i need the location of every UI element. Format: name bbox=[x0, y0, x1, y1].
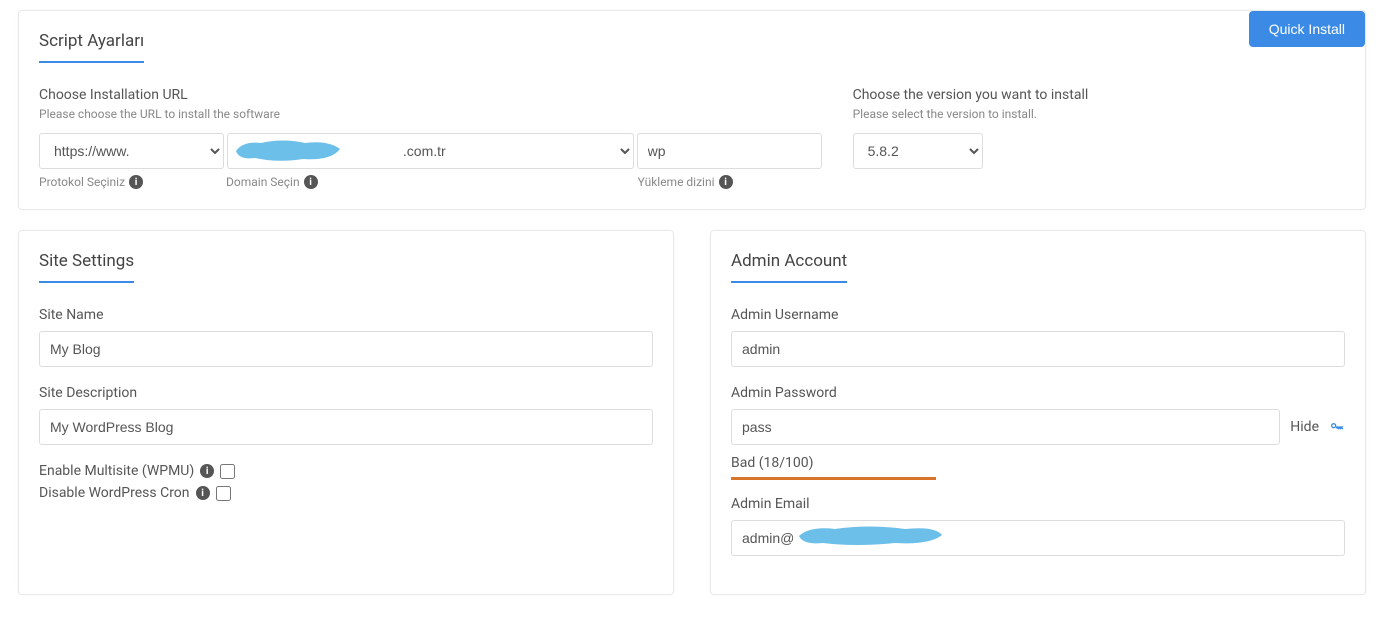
version-section: Choose the version you want to install P… bbox=[853, 87, 1345, 189]
version-label: Choose the version you want to install bbox=[853, 87, 1345, 103]
admin-password-input[interactable] bbox=[731, 409, 1280, 445]
info-icon[interactable]: i bbox=[200, 464, 214, 478]
domain-select[interactable]: .com.tr bbox=[227, 133, 634, 169]
admin-username-label: Admin Username bbox=[731, 307, 1345, 323]
info-icon[interactable]: i bbox=[304, 175, 318, 189]
password-strength-bar bbox=[731, 477, 936, 480]
protocol-sub-label: Protokol Seçiniz i bbox=[39, 175, 226, 189]
disable-cron-checkbox[interactable] bbox=[216, 486, 231, 501]
multisite-row: Enable Multisite (WPMU) i bbox=[39, 463, 653, 479]
dir-sub-label: Yükleme dizini i bbox=[638, 175, 823, 189]
admin-account-panel: Admin Account Admin Username Admin Passw… bbox=[710, 230, 1366, 595]
site-name-input[interactable] bbox=[39, 331, 653, 367]
multisite-checkbox[interactable] bbox=[220, 464, 235, 479]
admin-password-label: Admin Password bbox=[731, 385, 1345, 401]
install-url-help: Please choose the URL to install the sof… bbox=[39, 107, 823, 121]
multisite-label: Enable Multisite (WPMU) bbox=[39, 463, 194, 479]
info-icon[interactable]: i bbox=[129, 175, 143, 189]
generate-key-icon[interactable] bbox=[1329, 419, 1345, 435]
version-select[interactable]: 5.8.2 bbox=[853, 133, 983, 169]
admin-account-title: Admin Account bbox=[731, 251, 847, 283]
disable-cron-label: Disable WordPress Cron bbox=[39, 485, 190, 501]
install-url-section: Choose Installation URL Please choose th… bbox=[39, 87, 823, 189]
script-settings-panel: Script Ayarları Quick Install Choose Ins… bbox=[18, 10, 1366, 210]
script-settings-title: Script Ayarları bbox=[39, 31, 144, 63]
admin-username-input[interactable] bbox=[731, 331, 1345, 367]
password-strength-text: Bad (18/100) bbox=[731, 455, 1345, 471]
version-help: Please select the version to install. bbox=[853, 107, 1345, 121]
quick-install-button[interactable]: Quick Install bbox=[1249, 11, 1365, 47]
hide-password-link[interactable]: Hide bbox=[1290, 419, 1319, 435]
site-desc-input[interactable] bbox=[39, 409, 653, 445]
site-settings-title: Site Settings bbox=[39, 251, 134, 283]
admin-email-label: Admin Email bbox=[731, 496, 1345, 512]
install-url-label: Choose Installation URL bbox=[39, 87, 823, 103]
info-icon[interactable]: i bbox=[719, 175, 733, 189]
install-dir-input[interactable] bbox=[637, 133, 822, 169]
admin-email-input[interactable] bbox=[731, 520, 1345, 556]
domain-sub-label: Domain Seçin i bbox=[226, 175, 638, 189]
site-settings-panel: Site Settings Site Name Site Description… bbox=[18, 230, 674, 595]
info-icon[interactable]: i bbox=[196, 486, 210, 500]
site-desc-label: Site Description bbox=[39, 385, 653, 401]
protocol-select[interactable]: https://www. bbox=[39, 133, 224, 169]
disable-cron-row: Disable WordPress Cron i bbox=[39, 485, 653, 501]
site-name-label: Site Name bbox=[39, 307, 653, 323]
